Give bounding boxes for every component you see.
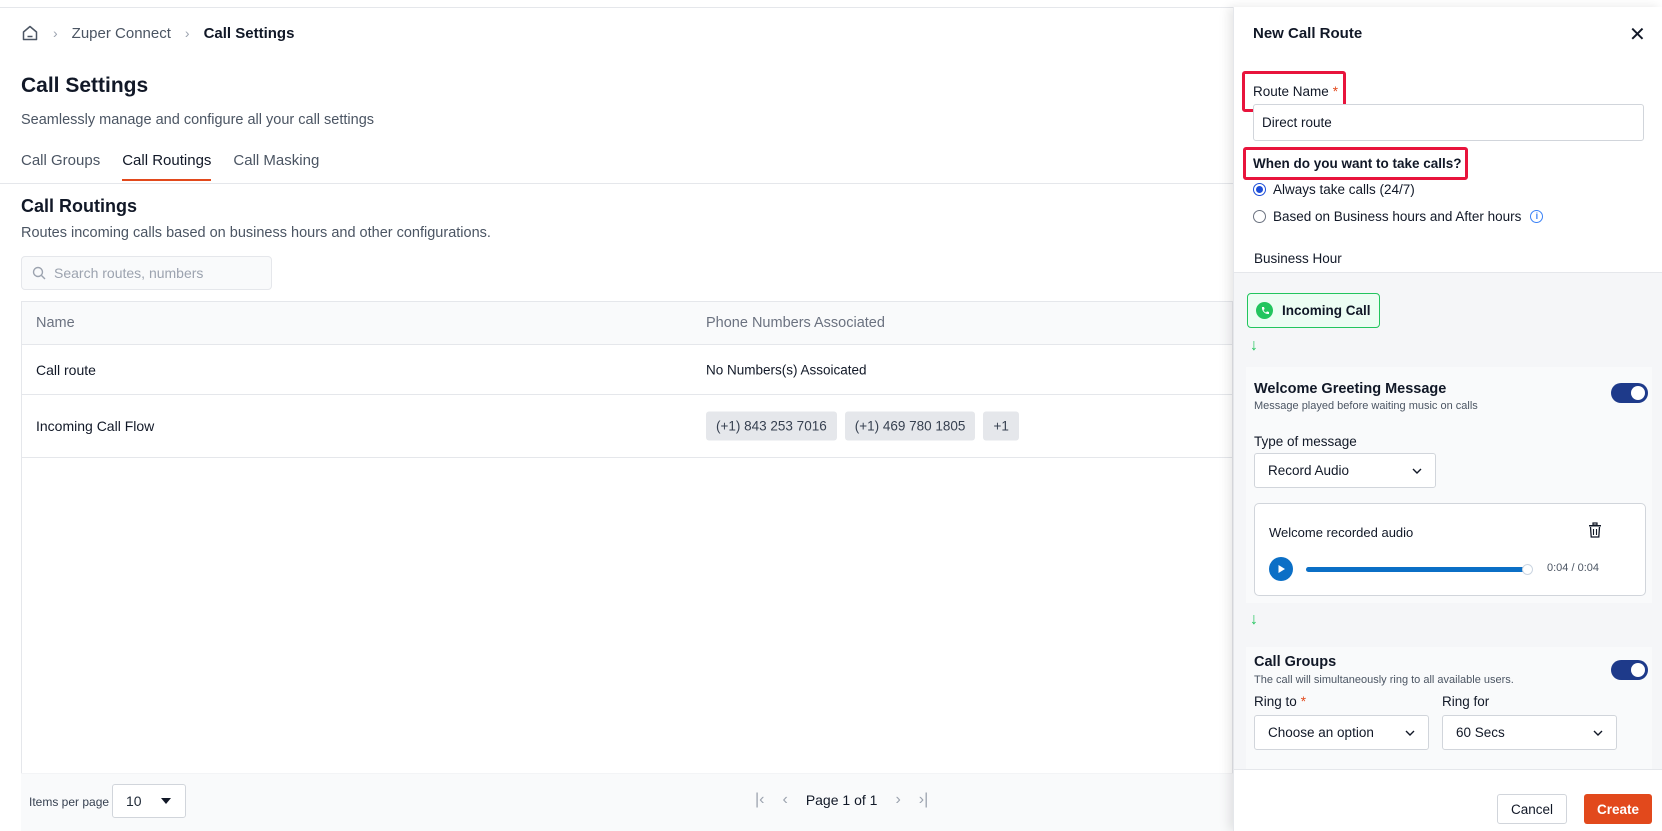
route-name-cell: Incoming Call Flow (36, 418, 155, 434)
settings-tabs: Call Groups Call Routings Call Masking (21, 152, 341, 181)
incoming-call-label: Incoming Call (1282, 303, 1371, 318)
breadcrumb-separator: › (53, 25, 58, 41)
audio-progress[interactable] (1306, 564, 1533, 575)
call-groups-title: Call Groups (1254, 654, 1337, 670)
breadcrumb-separator: › (184, 25, 190, 41)
cancel-button[interactable]: Cancel (1497, 794, 1567, 824)
phone-numbers-cell: (+1) 843 253 7016 (+1) 469 780 1805 +1 (706, 411, 1019, 441)
section-subtitle: Routes incoming calls based on business … (21, 225, 491, 241)
previous-page-icon[interactable]: ‹ (782, 791, 787, 809)
greeting-description: Message played before waiting music on c… (1254, 400, 1478, 412)
page-indicator: Page 1 of 1 (805, 792, 878, 808)
tabs-divider (0, 183, 1233, 184)
section-title: Call Routings (21, 196, 137, 216)
incoming-call-node: Incoming Call (1247, 293, 1380, 328)
ring-to-label: Ring to * (1254, 694, 1307, 709)
next-page-icon[interactable]: › (895, 791, 900, 809)
items-per-page-select[interactable]: 10 (112, 784, 186, 818)
ring-to-value: Choose an option (1268, 725, 1374, 740)
audio-time: 0:04 / 0:04 (1547, 562, 1599, 574)
page-subtitle: Seamlessly manage and configure all your… (21, 112, 375, 128)
route-name-cell: Call route (36, 361, 96, 378)
trash-icon[interactable] (1588, 522, 1602, 543)
page-nav: |‹ ‹ Page 1 of 1 › ›| (755, 791, 928, 809)
radio-always[interactable] (1253, 183, 1266, 196)
tab-call-groups[interactable]: Call Groups (21, 152, 100, 181)
recorded-audio-box: Welcome recorded audio 0:04 / 0:04 (1254, 503, 1646, 596)
call-groups-toggle[interactable] (1611, 660, 1648, 680)
home-icon[interactable] (21, 24, 39, 42)
table-row[interactable]: Incoming Call Flow (+1) 843 253 7016 (+1… (22, 395, 1232, 458)
table-header: Name Phone Numbers Associated (22, 302, 1232, 345)
new-call-route-panel: New Call Route ✕ Route Name* When do you… (1233, 7, 1662, 831)
table-row[interactable]: Call route No Numbers(s) Assoicated (22, 345, 1232, 395)
tab-call-masking[interactable]: Call Masking (233, 152, 319, 181)
routes-table: Name Phone Numbers Associated Call route… (21, 301, 1233, 831)
chevron-down-icon (1593, 730, 1603, 736)
route-name-input[interactable] (1253, 104, 1644, 141)
breadcrumb-call-settings: Call Settings (203, 24, 295, 42)
panel-title: New Call Route (1253, 25, 1363, 42)
ring-for-label: Ring for (1442, 694, 1490, 709)
option-business-hours-label: Based on Business hours and After hours (1273, 209, 1522, 224)
items-per-page-label: Items per page (29, 795, 110, 809)
audio-progress-knob[interactable] (1522, 564, 1533, 575)
audio-title: Welcome recorded audio (1269, 525, 1414, 540)
option-business-hours[interactable]: Based on Business hours and After hours … (1253, 209, 1544, 224)
option-always-label: Always take calls (24/7) (1273, 182, 1415, 197)
breadcrumb: › Zuper Connect › Call Settings (21, 22, 294, 44)
close-icon[interactable]: ✕ (1629, 22, 1646, 47)
search-box (21, 256, 272, 290)
caret-down-icon (160, 797, 172, 805)
pagination: Items per page 10 |‹ ‹ Page 1 of 1 › ›| (21, 773, 1233, 831)
first-page-icon[interactable]: |‹ (755, 791, 764, 809)
call-groups-card: Call Groups The call will simultaneously… (1246, 647, 1652, 769)
chevron-down-icon (1412, 468, 1422, 474)
column-name[interactable]: Name (36, 315, 75, 331)
create-button[interactable]: Create (1584, 794, 1652, 824)
arrow-down-icon: ↓ (1250, 611, 1258, 628)
chevron-down-icon (1405, 730, 1415, 736)
greeting-title: Welcome Greeting Message (1254, 381, 1447, 397)
type-of-message-value: Record Audio (1268, 463, 1350, 478)
phone-numbers-cell: No Numbers(s) Assoicated (706, 362, 867, 377)
more-numbers-chip[interactable]: +1 (983, 411, 1019, 441)
breadcrumb-zuper-connect[interactable]: Zuper Connect (72, 25, 171, 42)
column-phone-numbers[interactable]: Phone Numbers Associated (706, 315, 885, 331)
route-name-label: Route Name * (1253, 84, 1339, 99)
phone-chip: (+1) 843 253 7016 (706, 411, 837, 441)
radio-business-hours[interactable] (1253, 210, 1266, 223)
panel-footer: Cancel Create (1234, 769, 1662, 831)
ring-to-select[interactable]: Choose an option (1254, 715, 1429, 750)
page-title: Call Settings (21, 74, 149, 97)
phone-chip: (+1) 469 780 1805 (844, 411, 976, 441)
when-label: When do you want to take calls? (1253, 156, 1462, 171)
info-icon[interactable]: i (1530, 210, 1544, 223)
option-always[interactable]: Always take calls (24/7) (1253, 182, 1415, 197)
play-icon[interactable] (1269, 557, 1293, 581)
last-page-icon[interactable]: ›| (919, 791, 928, 809)
ring-for-select[interactable]: 60 Secs (1442, 715, 1617, 750)
call-groups-description: The call will simultaneously ring to all… (1254, 674, 1514, 686)
audio-progress-fill (1306, 567, 1528, 572)
greeting-toggle[interactable] (1611, 383, 1648, 403)
welcome-greeting-card: Welcome Greeting Message Message played … (1246, 367, 1652, 603)
search-input[interactable] (54, 265, 254, 281)
arrow-down-icon: ↓ (1250, 337, 1258, 354)
type-of-message-label: Type of message (1254, 434, 1357, 449)
search-icon (32, 266, 46, 280)
ring-for-value: 60 Secs (1456, 725, 1505, 740)
items-per-page-value: 10 (126, 793, 142, 809)
tab-call-routings[interactable]: Call Routings (122, 152, 212, 181)
type-of-message-select[interactable]: Record Audio (1254, 453, 1436, 488)
phone-icon (1256, 302, 1273, 319)
